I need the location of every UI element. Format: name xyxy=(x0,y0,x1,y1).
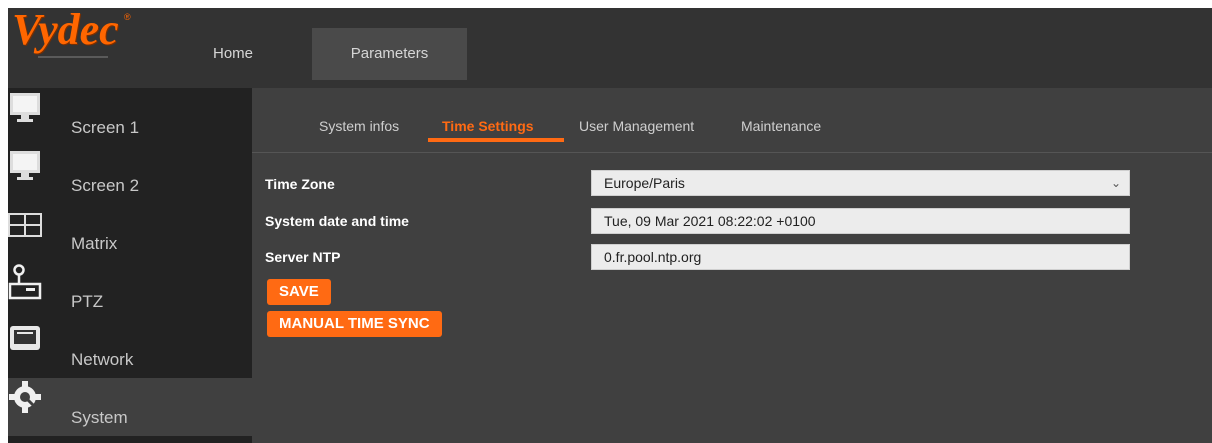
brand-logo[interactable]: Vydec ® xyxy=(8,8,136,80)
settings-tabs: System infos Time Settings User Manageme… xyxy=(252,88,1212,153)
nav-parameters[interactable]: Parameters xyxy=(312,28,467,80)
ntp-server-field[interactable]: 0.fr.pool.ntp.org xyxy=(591,244,1130,270)
network-port-icon xyxy=(10,326,40,350)
sidebar-item-ptz[interactable]: PTZ xyxy=(8,262,252,320)
timezone-label: Time Zone xyxy=(265,176,335,192)
manual-time-sync-button[interactable]: MANUAL TIME SYNC xyxy=(267,311,442,337)
monitor-icon xyxy=(10,93,40,122)
sidebar-item-label: Network xyxy=(71,350,134,369)
tab-system-infos[interactable]: System infos xyxy=(319,118,399,134)
datetime-label: System date and time xyxy=(265,213,409,229)
chevron-down-icon: ⌄ xyxy=(1110,176,1121,190)
tab-user-management[interactable]: User Management xyxy=(579,118,694,134)
matrix-grid-icon xyxy=(8,213,42,237)
registered-mark: ® xyxy=(124,12,131,22)
sidebar-item-screen-2[interactable]: Screen 2 xyxy=(8,146,252,204)
logo-tagline xyxy=(38,56,108,58)
sidebar: Screen 1 Screen 2 Matrix PTZ Network Sys… xyxy=(8,88,252,443)
logo-text: Vydec xyxy=(12,8,119,54)
active-tab-indicator xyxy=(428,138,564,142)
save-button[interactable]: SAVE xyxy=(267,279,331,305)
gear-wrench-icon xyxy=(9,381,41,413)
sidebar-item-system[interactable]: System xyxy=(8,378,252,436)
sidebar-item-screen-1[interactable]: Screen 1 xyxy=(8,88,252,146)
sidebar-item-label: PTZ xyxy=(71,292,104,311)
top-header: Vydec ® Home Parameters xyxy=(8,8,1212,88)
ntp-label: Server NTP xyxy=(265,249,341,265)
sidebar-item-network[interactable]: Network xyxy=(8,320,252,378)
timezone-value: Europe/Paris xyxy=(604,175,685,191)
tab-time-settings[interactable]: Time Settings xyxy=(442,118,534,134)
sidebar-item-matrix[interactable]: Matrix xyxy=(8,204,252,262)
sidebar-item-label: Screen 2 xyxy=(71,176,140,195)
sidebar-item-label: Matrix xyxy=(71,234,118,253)
system-datetime-field[interactable]: Tue, 09 Mar 2021 08:22:02 +0100 xyxy=(591,208,1130,234)
sidebar-item-label: Screen 1 xyxy=(71,118,140,137)
timezone-select[interactable]: Europe/Paris ⌄ xyxy=(591,170,1130,196)
tab-maintenance[interactable]: Maintenance xyxy=(741,118,821,134)
monitor-icon xyxy=(10,151,40,180)
joystick-icon xyxy=(8,264,42,300)
app-window: Vydec ® Home Parameters Screen 1 Screen … xyxy=(8,8,1212,443)
nav-home[interactable]: Home xyxy=(198,28,268,80)
sidebar-item-label: System xyxy=(71,408,128,427)
